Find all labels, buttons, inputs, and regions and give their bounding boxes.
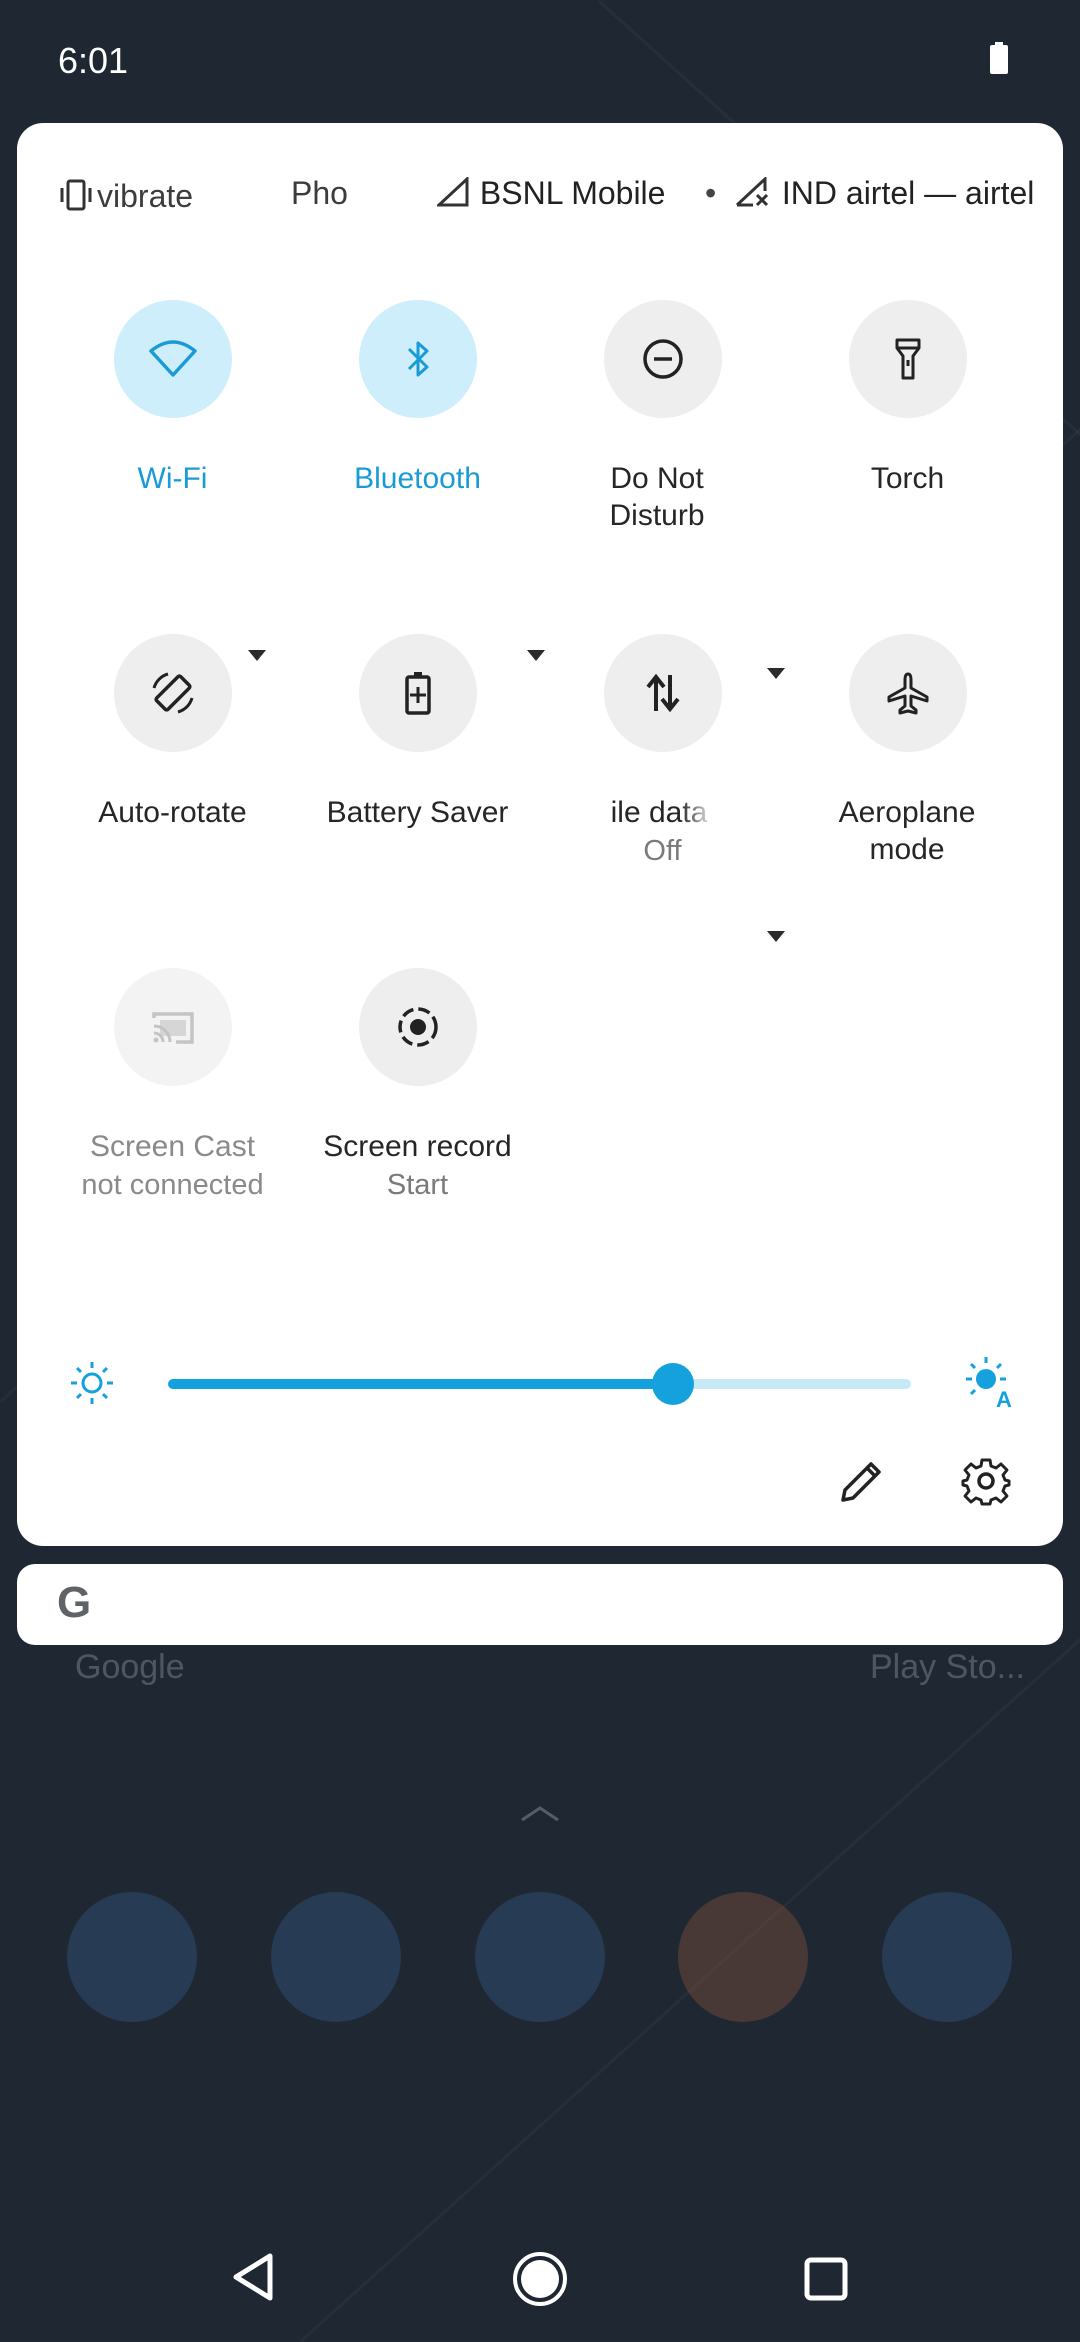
no-signal-icon: [735, 175, 769, 207]
auto-brightness-icon[interactable]: A: [962, 1353, 1022, 1409]
dnd-label: Do Not Disturb: [609, 462, 705, 532]
tile-battery-saver[interactable]: Battery Saver: [295, 634, 540, 831]
tile-aeroplane-mode[interactable]: Aeroplane mode: [785, 634, 1030, 868]
bluetooth-icon: [407, 341, 428, 377]
app-drawer-chevron-icon[interactable]: [518, 1802, 562, 1824]
screen-record-icon: [397, 1007, 438, 1047]
auto-rotate-icon: [152, 672, 193, 714]
tile-wifi[interactable]: Wi-Fi: [50, 300, 295, 661]
mobile-data-label: ile data: [610, 796, 708, 829]
google-logo: G: [57, 1578, 92, 1627]
wifi-tile-button[interactable]: [113, 300, 232, 418]
battery-saver-label: Battery Saver: [326, 796, 509, 829]
screen-cast-state: not connected: [81, 1169, 264, 1201]
mobile-data-expand-icon[interactable]: [767, 931, 785, 942]
brightness-slider-fill: [168, 1379, 674, 1389]
tile-do-not-disturb[interactable]: Do Not Disturb: [540, 300, 785, 679]
tile-auto-rotate[interactable]: Auto-rotate: [50, 634, 295, 831]
edit-icon[interactable]: [837, 1456, 887, 1506]
wifi-label: Wi-Fi: [137, 462, 208, 495]
status-time: 6:01: [58, 40, 129, 81]
chrome-app-icon[interactable]: [678, 1892, 808, 2022]
screen-cast-label: Screen Cast: [89, 1130, 256, 1163]
screen-record-label: Screen record: [323, 1130, 512, 1163]
screen-cast-tile-button[interactable]: [113, 968, 232, 1086]
svg-text:A: A: [996, 1387, 1012, 1409]
wifi-icon: [148, 340, 197, 377]
tile-screen-cast[interactable]: Screen Cast not connected: [50, 968, 295, 1205]
torch-label: Torch: [870, 462, 945, 495]
messages-app-icon[interactable]: [271, 1892, 401, 2022]
dnd-tile-button[interactable]: [603, 300, 722, 418]
carrier-airtel-label: IND airtel — airtel: [781, 175, 1035, 211]
brightness-slider-thumb[interactable]: [652, 1363, 695, 1405]
do-not-disturb-icon: [642, 339, 683, 379]
settings-gear-icon[interactable]: [961, 1456, 1011, 1506]
aeroplane-tile-button[interactable]: [848, 634, 967, 752]
tile-screen-record[interactable]: Screen record Start: [295, 968, 540, 1205]
quick-settings-header: vibrate Pho BSNL Mobile • IND airtel — a…: [17, 165, 1063, 225]
phone-status[interactable]: Pho: [291, 175, 371, 212]
mobile-data-state: Off: [643, 835, 682, 867]
tile-mobile-data[interactable]: ile data Off: [540, 634, 785, 942]
phone-app-icon[interactable]: [67, 1892, 197, 2022]
recents-button-icon[interactable]: [803, 2256, 849, 2302]
signal-icon: [435, 175, 469, 207]
screen-record-state: Start: [386, 1169, 449, 1201]
carrier-airtel: IND airtel — airtel: [735, 175, 1034, 212]
mobile-data-icon: [645, 673, 680, 713]
quick-settings-panel: vibrate Pho BSNL Mobile • IND airtel — a…: [17, 123, 1063, 1546]
vibrate-icon: [60, 179, 92, 211]
vibrate-status[interactable]: vibrate: [57, 175, 193, 215]
carrier-bsnl-label: BSNL Mobile: [479, 175, 666, 211]
google-search-bar[interactable]: G: [17, 1564, 1063, 1645]
bluetooth-tile-button[interactable]: [358, 300, 477, 418]
carrier-separator: •: [705, 175, 717, 211]
tile-torch[interactable]: Torch: [785, 300, 1030, 497]
tile-bluetooth[interactable]: Bluetooth: [295, 300, 545, 661]
aeroplane-label: Aeroplane mode: [838, 796, 976, 866]
contacts-app-icon[interactable]: [475, 1892, 605, 2022]
mobile-data-tile-button[interactable]: [603, 634, 722, 752]
cast-icon: [151, 1012, 194, 1044]
app-label-google[interactable]: Google: [75, 1648, 185, 1687]
battery-icon: [990, 42, 1008, 74]
camera-app-icon[interactable]: [882, 1892, 1012, 2022]
bluetooth-label: Bluetooth: [354, 462, 481, 495]
brightness-slider[interactable]: [168, 1363, 911, 1405]
auto-rotate-tile-button[interactable]: [113, 634, 232, 752]
torch-icon: [895, 338, 920, 380]
airplane-icon: [887, 672, 928, 715]
app-label-play-store[interactable]: Play Sto...: [870, 1648, 1025, 1687]
back-button-icon[interactable]: [228, 2250, 280, 2304]
auto-rotate-label: Auto-rotate: [98, 796, 247, 829]
brightness-low-icon: [71, 1362, 113, 1404]
battery-saver-tile-button[interactable]: [358, 634, 477, 752]
battery-saver-icon: [404, 672, 431, 715]
vibrate-label: vibrate: [97, 178, 194, 214]
carrier-bsnl: BSNL Mobile: [435, 175, 666, 212]
screen-record-tile-button[interactable]: [358, 968, 477, 1086]
torch-tile-button[interactable]: [848, 300, 967, 418]
home-button-icon[interactable]: [511, 2250, 569, 2308]
